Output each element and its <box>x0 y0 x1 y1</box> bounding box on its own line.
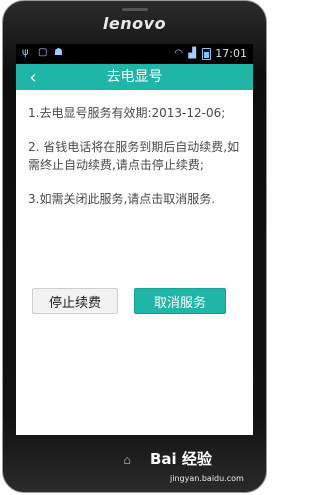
page-title: 去电显号 <box>106 69 163 85</box>
info-paragraph-1: 1.去电显号服务有效期:2013-12-06; <box>28 106 226 120</box>
cancel-service-button[interactable]: 取消服务 <box>134 288 226 314</box>
service-info: 1.去电显号服务有效期:2013-12-06; 2. 省钱电话将在服务到期后自动… <box>28 104 246 224</box>
home-key-icon[interactable]: ⌂ <box>120 453 134 467</box>
status-time: 17:01 <box>215 47 247 60</box>
baidu-watermark: Bai 经验 jingyan.baidu.com <box>150 448 260 488</box>
notification-icon: ▢ <box>38 47 48 58</box>
android-icon: ☗ <box>54 47 63 58</box>
battery-icon <box>202 47 212 60</box>
info-paragraph-2: 2. 省钱电话将在服务到期后自动续费,如需终止自动续费,请点击停止续费; <box>28 140 240 172</box>
title-bar: ‹ 去电显号 <box>16 64 253 90</box>
action-buttons: 停止续费 取消服务 <box>32 288 242 314</box>
info-paragraph-3: 3.如需关闭此服务,请点击取消服务. <box>28 192 216 206</box>
watermark-url: jingyan.baidu.com <box>170 474 244 483</box>
status-bar: ψ ▢ ☗ ◠ ▟ 17:01 <box>16 44 253 64</box>
stop-renewal-button[interactable]: 停止续费 <box>32 288 118 314</box>
phone-screen: ψ ▢ ☗ ◠ ▟ 17:01 ‹ 去电显号 1.去电显号服务有效期:2013-… <box>16 44 253 435</box>
earpiece-speaker <box>122 8 148 11</box>
usb-icon: ψ <box>22 47 29 58</box>
signal-icon: ▟ <box>188 47 196 59</box>
watermark-text: Bai 经验 <box>150 450 212 468</box>
wifi-icon: ◠ <box>174 47 184 59</box>
device-brand-logo: lenovo <box>102 14 167 33</box>
